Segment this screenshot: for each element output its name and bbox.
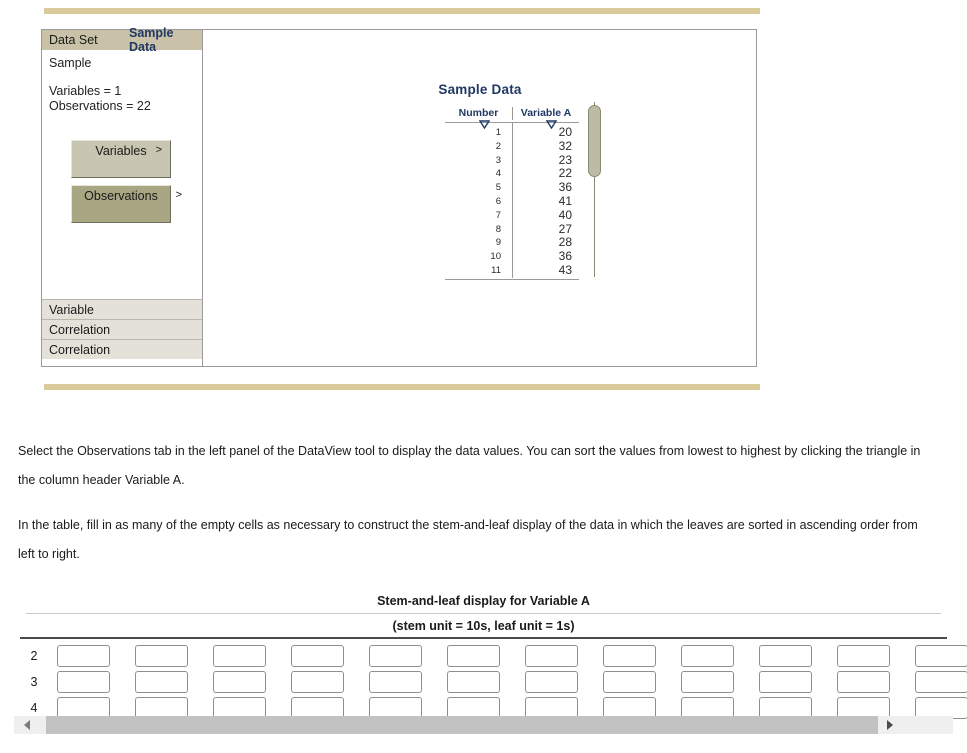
stem-and-leaf-rows: 2 3 4 xyxy=(0,639,967,721)
triangle-right-icon[interactable] xyxy=(881,716,899,734)
observations-count-label: Observations = 22 xyxy=(49,99,151,113)
table-row: 22 xyxy=(558,166,572,181)
table-column-variable-a: 20 32 23 22 36 41 40 27 28 36 43 xyxy=(512,123,579,278)
table-body: 1 2 3 4 5 6 7 8 9 10 11 20 32 23 22 36 4… xyxy=(445,123,579,278)
observations-table: Number Variable A 1 2 3 4 5 6 7 8 9 10 1… xyxy=(445,107,579,280)
table-row: 43 xyxy=(558,262,572,277)
leaf-input[interactable] xyxy=(915,671,967,693)
dataview-left-panel: Data Set Sample Data Sample Variables = … xyxy=(42,26,203,366)
column-header-variable-a: Variable A xyxy=(512,107,579,129)
leaf-input[interactable] xyxy=(369,671,422,693)
scrollbar-thumb[interactable] xyxy=(588,105,601,177)
column-header-number: Number xyxy=(445,107,512,129)
variables-button[interactable]: Variables > xyxy=(71,140,171,178)
data-table-title: Sample Data xyxy=(438,82,522,97)
tab-correlation-1[interactable]: Correlation xyxy=(42,319,202,339)
table-header-row: Number Variable A xyxy=(445,107,579,129)
leaf-input[interactable] xyxy=(915,645,967,667)
table-row: 41 xyxy=(558,193,572,208)
table-row: 23 xyxy=(558,152,572,167)
column-header-variable-a-label: Variable A xyxy=(520,107,572,119)
table-row: 40 xyxy=(558,207,572,222)
table-row: 3 xyxy=(495,154,501,166)
chevron-right-icon: > xyxy=(155,144,162,156)
tab-correlation-2[interactable]: Correlation xyxy=(42,339,202,359)
tab-data-set[interactable]: Data Set xyxy=(49,33,98,47)
table-row: 27 xyxy=(558,221,572,236)
tab-sample-data[interactable]: Sample Data xyxy=(129,26,202,54)
table-row: 11 xyxy=(491,264,501,276)
leaf-input[interactable] xyxy=(681,645,734,667)
leaf-input[interactable] xyxy=(603,671,656,693)
leaf-input[interactable] xyxy=(447,645,500,667)
horizontal-scrollbar[interactable] xyxy=(14,716,953,734)
variables-count-label: Variables = 1 xyxy=(49,84,122,98)
table-row: 7 xyxy=(495,209,501,221)
table-row: 1 xyxy=(495,127,501,138)
tab-variable[interactable]: Variable xyxy=(42,299,202,319)
table-row: 36 xyxy=(558,249,572,264)
stem-and-leaf-subtitle: (stem unit = 10s, leaf unit = 1s) xyxy=(392,619,575,633)
stem-label: 2 xyxy=(30,649,38,663)
table-row: 10 xyxy=(490,251,501,263)
top-divider-bar xyxy=(44,8,760,14)
variables-button-label: Variables xyxy=(95,144,147,158)
leaf-input[interactable] xyxy=(837,671,890,693)
table-row: 6 xyxy=(495,195,501,207)
table-column-number: 1 2 3 4 5 6 7 8 9 10 11 xyxy=(445,123,512,278)
instruction-paragraph-2: In the table, fill in as many of the emp… xyxy=(18,518,918,561)
table-row: 20 xyxy=(558,125,572,139)
table-row: 2 xyxy=(495,140,501,152)
instruction-paragraph-1: Select the Observations tab in the left … xyxy=(18,444,921,487)
table-row: 28 xyxy=(558,235,572,250)
instructions: Select the Observations tab in the left … xyxy=(18,437,934,585)
stem-label: 4 xyxy=(30,701,38,715)
leaf-input[interactable] xyxy=(525,671,578,693)
leaf-input[interactable] xyxy=(135,645,188,667)
chevron-right-icon: > xyxy=(175,189,182,201)
dataview-right-panel: Sample Data Number Variable A 1 2 3 4 5 … xyxy=(204,30,756,366)
table-row: 32 xyxy=(558,138,572,153)
column-header-number-label: Number xyxy=(458,107,499,119)
leaf-input[interactable] xyxy=(603,645,656,667)
stem-label: 3 xyxy=(30,675,38,689)
observations-button[interactable]: Observations > xyxy=(71,185,182,223)
stem-and-leaf-section: Stem-and-leaf display for Variable A (st… xyxy=(0,594,967,721)
leaf-input[interactable] xyxy=(135,671,188,693)
table-row: 5 xyxy=(495,182,501,194)
leaf-input[interactable] xyxy=(213,645,266,667)
leaf-cells-row-2 xyxy=(57,645,967,667)
leaf-input[interactable] xyxy=(369,645,422,667)
dataset-meta: Variables = 1 Observations = 22 xyxy=(42,70,202,114)
observations-button-label: Observations xyxy=(84,189,158,203)
leaf-input[interactable] xyxy=(291,671,344,693)
table-vertical-scrollbar[interactable] xyxy=(588,102,602,277)
stem-row-2: 2 xyxy=(0,643,967,669)
leaf-input[interactable] xyxy=(525,645,578,667)
leaf-input[interactable] xyxy=(213,671,266,693)
stem-row-3: 3 xyxy=(0,669,967,695)
table-row: 9 xyxy=(495,237,501,249)
leaf-input[interactable] xyxy=(759,645,812,667)
stem-and-leaf-title: Stem-and-leaf display for Variable A xyxy=(377,594,590,608)
triangle-left-icon[interactable] xyxy=(18,716,36,734)
bottom-divider-bar xyxy=(44,384,760,390)
dataview-tool: Data Set Sample Data Sample Variables = … xyxy=(41,26,757,367)
scrollbar-thumb[interactable] xyxy=(46,716,878,734)
leaf-cells-row-3 xyxy=(57,671,967,693)
leaf-input[interactable] xyxy=(57,645,110,667)
table-bottom-rule xyxy=(445,278,579,280)
leaf-input[interactable] xyxy=(681,671,734,693)
dataview-bottom-tabs: Variable Correlation Correlation xyxy=(42,299,202,359)
table-row: 4 xyxy=(495,168,501,180)
dataview-tab-bar: Data Set Sample Data xyxy=(42,26,202,54)
leaf-input[interactable] xyxy=(837,645,890,667)
dataview-nav-buttons: Variables > Observations > xyxy=(42,140,202,223)
leaf-input[interactable] xyxy=(447,671,500,693)
table-row: 8 xyxy=(495,223,501,235)
leaf-input[interactable] xyxy=(57,671,110,693)
leaf-input[interactable] xyxy=(291,645,344,667)
leaf-input[interactable] xyxy=(759,671,812,693)
table-row: 36 xyxy=(558,180,572,195)
